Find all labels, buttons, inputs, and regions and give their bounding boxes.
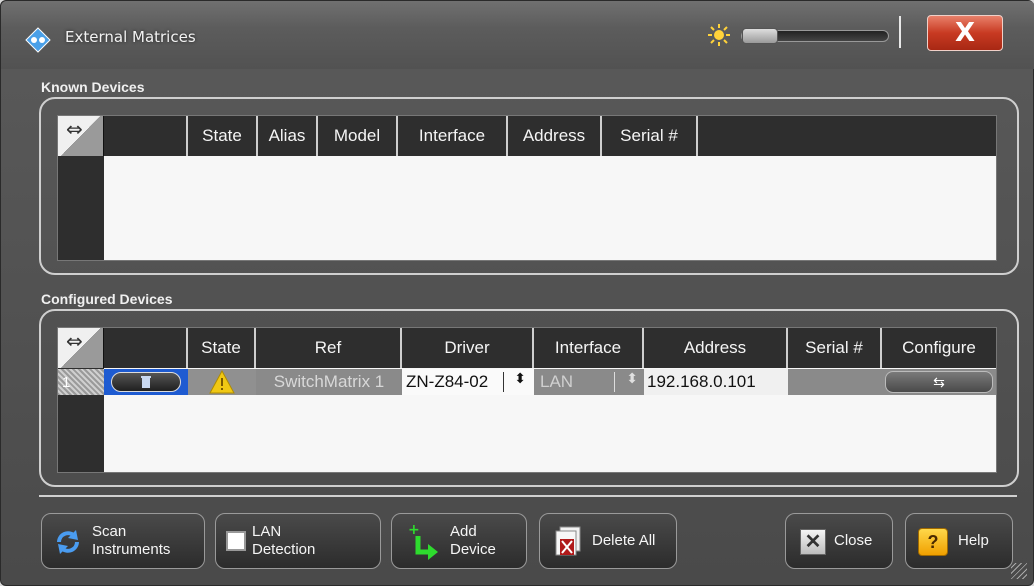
header-blank <box>104 328 188 368</box>
window-close-button[interactable]: X <box>927 15 1003 51</box>
configure-button[interactable]: ⇆ <box>885 371 993 393</box>
header-state[interactable]: State <box>188 328 256 368</box>
brightness-slider-handle[interactable] <box>742 28 778 44</box>
configured-devices-label: Configured Devices <box>41 291 173 307</box>
title-bar: External Matrices X <box>1 1 1034 69</box>
delete-all-button[interactable]: Delete All <box>539 513 677 569</box>
header-address[interactable]: Address <box>508 116 602 156</box>
header-alias[interactable]: Alias <box>258 116 318 156</box>
resize-grip[interactable] <box>1011 563 1027 579</box>
known-devices-label: Known Devices <box>41 79 145 95</box>
address-cell[interactable]: 192.168.0.101 <box>644 369 788 395</box>
delete-all-label: Delete All <box>592 532 656 549</box>
header-interface[interactable]: Interface <box>398 116 508 156</box>
header-model[interactable]: Model <box>318 116 398 156</box>
row-number[interactable]: 1 <box>58 369 104 395</box>
delete-all-icon <box>555 526 581 556</box>
svg-text:+: + <box>408 522 420 538</box>
interface-select[interactable]: LAN ⬍ <box>534 369 644 395</box>
text-cursor <box>503 372 504 392</box>
rs-logo-icon <box>25 27 51 53</box>
trash-icon <box>141 376 151 388</box>
configured-devices-table[interactable]: ⇔ State Ref Driver Interface Address Ser… <box>57 327 997 473</box>
resize-arrows-icon: ⇔ <box>66 117 83 141</box>
header-address[interactable]: Address <box>644 328 788 368</box>
delete-row-button[interactable] <box>111 372 181 392</box>
state-cell <box>188 369 256 395</box>
refresh-icon <box>57 530 79 554</box>
help-label: Help <box>958 532 989 549</box>
configure-cell[interactable]: ⇆ <box>882 369 996 395</box>
header-driver[interactable]: Driver <box>402 328 534 368</box>
header-interface[interactable]: Interface <box>534 328 644 368</box>
header-state[interactable]: State <box>188 116 258 156</box>
window-title: External Matrices <box>65 28 196 46</box>
brightness-slider[interactable] <box>741 28 889 44</box>
external-matrices-dialog: External Matrices X Known Devices ⇔ Stat… <box>0 0 1034 586</box>
header-configure[interactable]: Configure <box>882 328 996 368</box>
configure-icon: ⇆ <box>933 373 945 390</box>
close-label: Close <box>834 532 873 549</box>
lan-label-2: Detection <box>252 541 316 558</box>
add-label-1: Add <box>450 523 477 540</box>
address-value: 192.168.0.101 <box>647 372 756 391</box>
sun-icon <box>708 24 730 46</box>
header-serial[interactable]: Serial # <box>602 116 698 156</box>
resize-arrows-icon: ⇔ <box>66 329 83 353</box>
title-divider <box>899 16 901 48</box>
driver-select[interactable]: ZN-Z84-02 ⬍ <box>402 369 534 395</box>
header-ref[interactable]: Ref <box>256 328 402 368</box>
add-device-button[interactable]: + Add Device <box>391 513 527 569</box>
spinner-icon[interactable]: ⬍ <box>514 370 526 387</box>
help-icon: ? <box>918 528 948 556</box>
column-resize-corner[interactable]: ⇔ <box>58 116 104 156</box>
lan-detection-button[interactable]: LAN Detection <box>215 513 381 569</box>
delete-cell[interactable] <box>104 369 188 395</box>
select-divider <box>614 372 615 392</box>
spinner-icon[interactable]: ⬍ <box>626 370 638 387</box>
scan-label-2: Instruments <box>92 541 171 558</box>
lan-detection-checkbox[interactable] <box>226 531 246 551</box>
close-icon: ✕ <box>800 529 826 555</box>
add-device-icon: + <box>408 522 438 560</box>
warning-icon <box>209 370 235 394</box>
interface-value: LAN <box>540 372 574 391</box>
column-resize-corner[interactable]: ⇔ <box>58 328 104 368</box>
scan-label-1: Scan <box>92 523 127 540</box>
help-button[interactable]: ? Help <box>905 513 1013 569</box>
add-label-2: Device <box>450 541 496 558</box>
serial-cell <box>788 369 882 395</box>
driver-value: ZN-Z84-02 <box>406 372 489 391</box>
footer-divider <box>39 495 1017 497</box>
ref-cell: SwitchMatrix 1 <box>256 369 402 395</box>
scan-instruments-button[interactable]: Scan Instruments <box>41 513 205 569</box>
lan-label-1: LAN <box>252 523 282 540</box>
close-button[interactable]: ✕ Close <box>785 513 893 569</box>
known-devices-table[interactable]: ⇔ State Alias Model Interface Address Se… <box>57 115 997 261</box>
header-serial[interactable]: Serial # <box>788 328 882 368</box>
header-blank <box>104 116 188 156</box>
